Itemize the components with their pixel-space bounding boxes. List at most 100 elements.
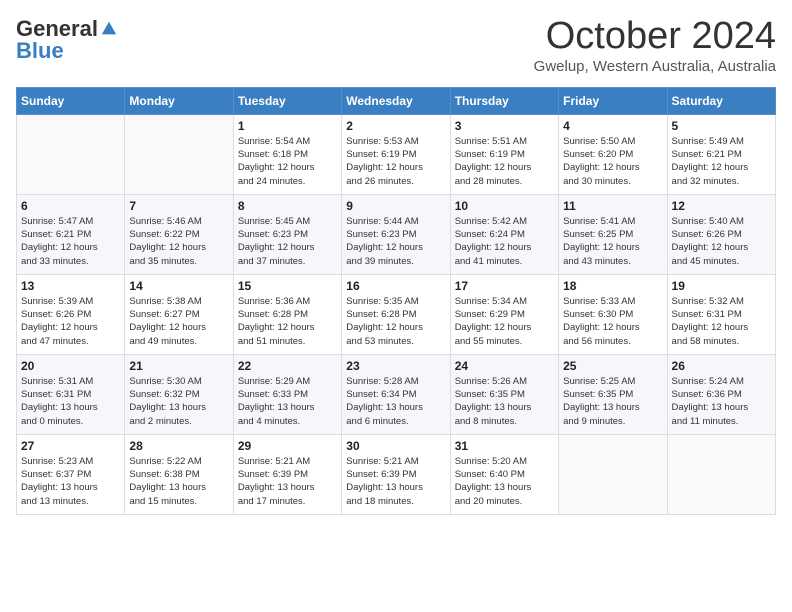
- day-number: 20: [21, 359, 120, 373]
- day-number: 12: [672, 199, 771, 213]
- calendar-day-cell: 26 Sunrise: 5:24 AM Sunset: 6:36 PM Dayli…: [667, 354, 775, 434]
- day-info: Sunrise: 5:31 AM Sunset: 6:31 PM Dayligh…: [21, 375, 120, 428]
- day-number: 16: [346, 279, 445, 293]
- calendar-day-cell: 14 Sunrise: 5:38 AM Sunset: 6:27 PM Dayli…: [125, 274, 233, 354]
- calendar-day-cell: 20 Sunrise: 5:31 AM Sunset: 6:31 PM Dayli…: [17, 354, 125, 434]
- weekday-header-cell: Wednesday: [342, 87, 450, 114]
- calendar-day-cell: 25Sunrise: 5:25 AM Sunset: 6:35 PM Dayli…: [559, 354, 667, 434]
- weekday-header-cell: Monday: [125, 87, 233, 114]
- calendar-week-row: 6 Sunrise: 5:47 AM Sunset: 6:21 PM Daylig…: [17, 194, 776, 274]
- day-info: Sunrise: 5:20 AM Sunset: 6:40 PM Dayligh…: [455, 455, 554, 508]
- day-info: Sunrise: 5:47 AM Sunset: 6:21 PM Dayligh…: [21, 215, 120, 268]
- calendar-day-cell: 1 Sunrise: 5:54 AM Sunset: 6:18 PM Daylig…: [233, 114, 341, 194]
- calendar-day-cell: 31 Sunrise: 5:20 AM Sunset: 6:40 PM Dayli…: [450, 434, 558, 514]
- weekday-header-cell: Friday: [559, 87, 667, 114]
- calendar-week-row: 27 Sunrise: 5:23 AM Sunset: 6:37 PM Dayli…: [17, 434, 776, 514]
- day-number: 19: [672, 279, 771, 293]
- day-number: 29: [238, 439, 337, 453]
- calendar-day-cell: 2 Sunrise: 5:53 AM Sunset: 6:19 PM Daylig…: [342, 114, 450, 194]
- day-number: 8: [238, 199, 337, 213]
- day-info: Sunrise: 5:50 AM Sunset: 6:20 PM Dayligh…: [563, 135, 662, 188]
- day-number: 5: [672, 119, 771, 133]
- logo: General Blue: [16, 16, 118, 64]
- day-info: Sunrise: 5:49 AM Sunset: 6:21 PM Dayligh…: [672, 135, 771, 188]
- calendar-day-cell: 12 Sunrise: 5:40 AM Sunset: 6:26 PM Dayli…: [667, 194, 775, 274]
- title-area: October 2024 Gwelup, Western Australia, …: [534, 16, 776, 75]
- calendar-day-cell: 9 Sunrise: 5:44 AM Sunset: 6:23 PM Daylig…: [342, 194, 450, 274]
- calendar-day-cell: 16 Sunrise: 5:35 AM Sunset: 6:28 PM Dayli…: [342, 274, 450, 354]
- calendar-day-cell: 28 Sunrise: 5:22 AM Sunset: 6:38 PM Dayli…: [125, 434, 233, 514]
- day-info: Sunrise: 5:21 AM Sunset: 6:39 PM Dayligh…: [238, 455, 337, 508]
- day-info: Sunrise: 5:54 AM Sunset: 6:18 PM Dayligh…: [238, 135, 337, 188]
- logo-blue-text: Blue: [16, 38, 64, 64]
- calendar-day-cell: [559, 434, 667, 514]
- subtitle: Gwelup, Western Australia, Australia: [534, 58, 776, 75]
- day-number: 6: [21, 199, 120, 213]
- day-info: Sunrise: 5:36 AM Sunset: 6:28 PM Dayligh…: [238, 295, 337, 348]
- calendar-day-cell: 13Sunrise: 5:39 AM Sunset: 6:26 PM Dayli…: [17, 274, 125, 354]
- calendar-day-cell: 18Sunrise: 5:33 AM Sunset: 6:30 PM Dayli…: [559, 274, 667, 354]
- day-number: 30: [346, 439, 445, 453]
- day-number: 4: [563, 119, 662, 133]
- weekday-header-cell: Sunday: [17, 87, 125, 114]
- calendar-day-cell: 23Sunrise: 5:28 AM Sunset: 6:34 PM Dayli…: [342, 354, 450, 434]
- day-number: 25: [563, 359, 662, 373]
- calendar-day-cell: [125, 114, 233, 194]
- day-number: 2: [346, 119, 445, 133]
- day-number: 17: [455, 279, 554, 293]
- calendar-day-cell: 11 Sunrise: 5:41 AM Sunset: 6:25 PM Dayli…: [559, 194, 667, 274]
- day-info: Sunrise: 5:22 AM Sunset: 6:38 PM Dayligh…: [129, 455, 228, 508]
- calendar-day-cell: 3Sunrise: 5:51 AM Sunset: 6:19 PM Daylig…: [450, 114, 558, 194]
- calendar-week-row: 1 Sunrise: 5:54 AM Sunset: 6:18 PM Daylig…: [17, 114, 776, 194]
- calendar-day-cell: 21 Sunrise: 5:30 AM Sunset: 6:32 PM Dayli…: [125, 354, 233, 434]
- day-info: Sunrise: 5:41 AM Sunset: 6:25 PM Dayligh…: [563, 215, 662, 268]
- day-number: 18: [563, 279, 662, 293]
- calendar-day-cell: 6 Sunrise: 5:47 AM Sunset: 6:21 PM Daylig…: [17, 194, 125, 274]
- calendar-day-cell: 5 Sunrise: 5:49 AM Sunset: 6:21 PM Daylig…: [667, 114, 775, 194]
- day-number: 15: [238, 279, 337, 293]
- day-info: Sunrise: 5:23 AM Sunset: 6:37 PM Dayligh…: [21, 455, 120, 508]
- day-number: 13: [21, 279, 120, 293]
- day-info: Sunrise: 5:29 AM Sunset: 6:33 PM Dayligh…: [238, 375, 337, 428]
- calendar-day-cell: 10 Sunrise: 5:42 AM Sunset: 6:24 PM Dayli…: [450, 194, 558, 274]
- calendar-day-cell: 15 Sunrise: 5:36 AM Sunset: 6:28 PM Dayli…: [233, 274, 341, 354]
- header: General Blue October 2024 Gwelup, Wester…: [16, 16, 776, 75]
- day-number: 22: [238, 359, 337, 373]
- weekday-header-cell: Thursday: [450, 87, 558, 114]
- logo-icon: [100, 20, 118, 38]
- day-info: Sunrise: 5:32 AM Sunset: 6:31 PM Dayligh…: [672, 295, 771, 348]
- day-info: Sunrise: 5:53 AM Sunset: 6:19 PM Dayligh…: [346, 135, 445, 188]
- day-info: Sunrise: 5:44 AM Sunset: 6:23 PM Dayligh…: [346, 215, 445, 268]
- day-number: 26: [672, 359, 771, 373]
- day-number: 31: [455, 439, 554, 453]
- calendar-day-cell: 22 Sunrise: 5:29 AM Sunset: 6:33 PM Dayli…: [233, 354, 341, 434]
- calendar-day-cell: 24 Sunrise: 5:26 AM Sunset: 6:35 PM Dayli…: [450, 354, 558, 434]
- day-number: 7: [129, 199, 228, 213]
- day-info: Sunrise: 5:35 AM Sunset: 6:28 PM Dayligh…: [346, 295, 445, 348]
- day-info: Sunrise: 5:30 AM Sunset: 6:32 PM Dayligh…: [129, 375, 228, 428]
- weekday-header-cell: Tuesday: [233, 87, 341, 114]
- day-number: 1: [238, 119, 337, 133]
- day-number: 14: [129, 279, 228, 293]
- day-info: Sunrise: 5:26 AM Sunset: 6:35 PM Dayligh…: [455, 375, 554, 428]
- day-info: Sunrise: 5:42 AM Sunset: 6:24 PM Dayligh…: [455, 215, 554, 268]
- day-info: Sunrise: 5:45 AM Sunset: 6:23 PM Dayligh…: [238, 215, 337, 268]
- day-number: 27: [21, 439, 120, 453]
- day-number: 24: [455, 359, 554, 373]
- day-info: Sunrise: 5:34 AM Sunset: 6:29 PM Dayligh…: [455, 295, 554, 348]
- calendar-day-cell: [667, 434, 775, 514]
- day-number: 10: [455, 199, 554, 213]
- day-info: Sunrise: 5:38 AM Sunset: 6:27 PM Dayligh…: [129, 295, 228, 348]
- day-info: Sunrise: 5:28 AM Sunset: 6:34 PM Dayligh…: [346, 375, 445, 428]
- day-number: 28: [129, 439, 228, 453]
- day-info: Sunrise: 5:40 AM Sunset: 6:26 PM Dayligh…: [672, 215, 771, 268]
- day-number: 9: [346, 199, 445, 213]
- day-number: 11: [563, 199, 662, 213]
- day-info: Sunrise: 5:24 AM Sunset: 6:36 PM Dayligh…: [672, 375, 771, 428]
- calendar: SundayMondayTuesdayWednesdayThursdayFrid…: [16, 87, 776, 515]
- day-number: 21: [129, 359, 228, 373]
- calendar-body: 1 Sunrise: 5:54 AM Sunset: 6:18 PM Daylig…: [17, 114, 776, 514]
- weekday-header-cell: Saturday: [667, 87, 775, 114]
- calendar-day-cell: 27 Sunrise: 5:23 AM Sunset: 6:37 PM Dayli…: [17, 434, 125, 514]
- calendar-day-cell: 4 Sunrise: 5:50 AM Sunset: 6:20 PM Daylig…: [559, 114, 667, 194]
